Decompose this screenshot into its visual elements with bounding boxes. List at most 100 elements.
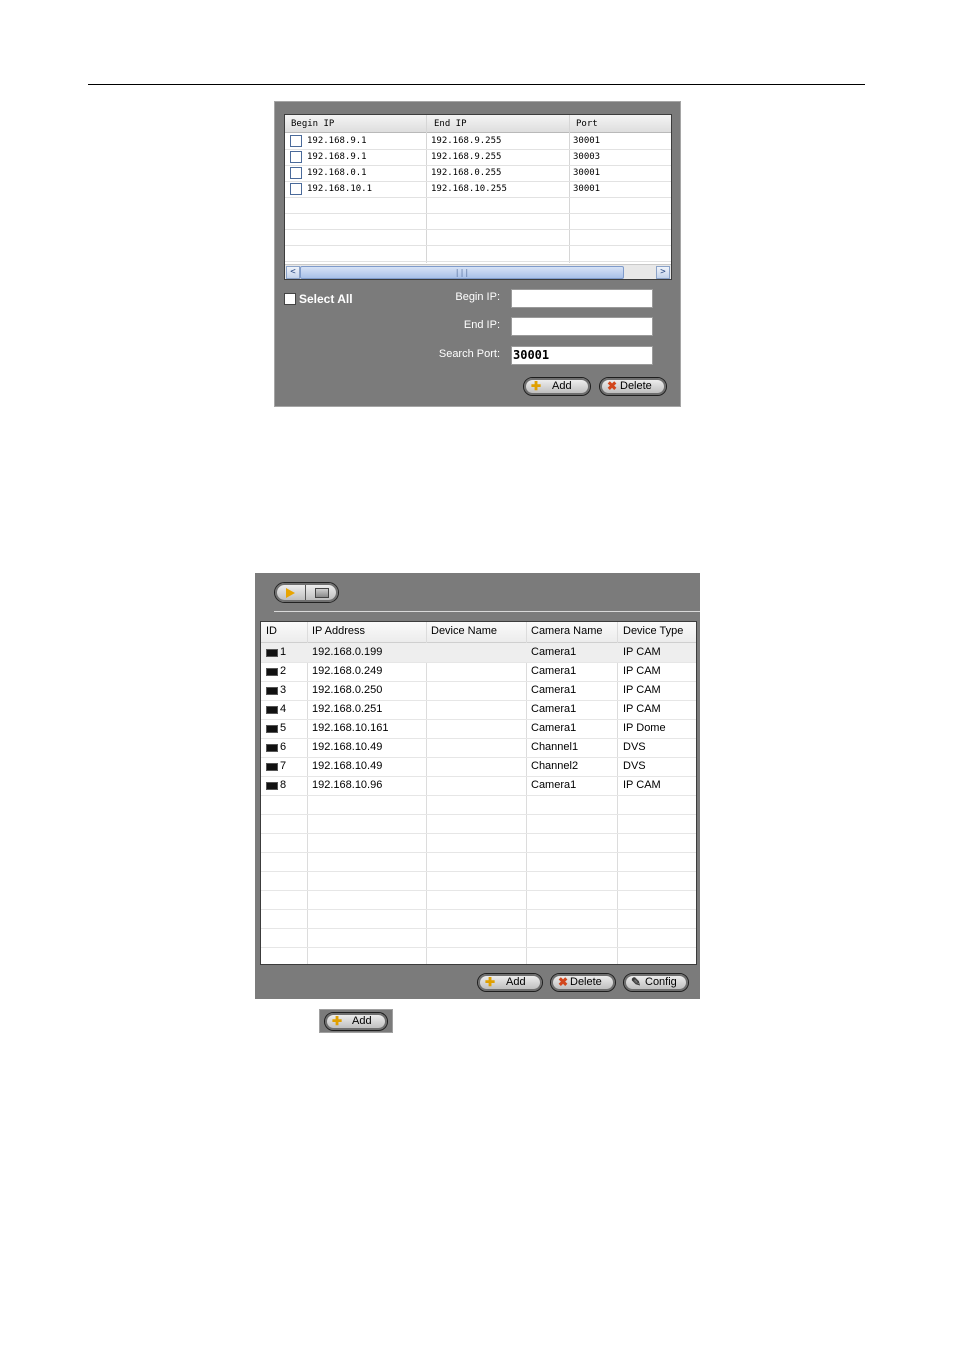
plus-icon: ✚ [530,379,542,393]
table-row[interactable]: 192.168.0.1 192.168.0.255 30001 [285,165,671,182]
search-port-input[interactable]: 30001 [511,346,653,365]
delete-device-button[interactable]: ✖ Delete [550,973,616,992]
row-checkbox[interactable] [290,135,302,147]
row-port: 30001 [573,168,601,178]
device-icon [266,649,278,657]
row-begin-ip: 192.168.10.1 [307,184,373,194]
row-ip: 192.168.0.250 [312,684,383,696]
row-ip: 192.168.10.161 [312,722,389,734]
table-row[interactable]: 192.168.9.1 192.168.9.255 30001 [285,133,671,150]
column-begin-ip[interactable]: Begin IP [291,119,334,129]
add-button[interactable]: ✚ Add [324,1012,388,1031]
row-id: 2 [280,665,287,677]
row-checkbox[interactable] [290,151,302,163]
delete-device-button-label: Delete [570,976,602,988]
empty-row [261,947,696,964]
config-button[interactable]: ✎ Config [623,973,689,992]
column-ip-address[interactable]: IP Address [312,625,365,637]
row-ip: 192.168.10.49 [312,741,383,753]
add-button[interactable]: ✚ Add [523,377,591,396]
end-ip-input[interactable] [511,317,653,336]
row-device-type: IP CAM [623,684,661,696]
device-icon [266,763,278,771]
row-camera-name: Channel1 [531,741,579,753]
row-device-type: IP CAM [623,646,661,658]
empty-row [285,245,671,262]
plus-icon: ✚ [331,1014,343,1028]
empty-row [261,909,696,929]
empty-row [261,928,696,948]
empty-row [285,229,671,246]
row-checkbox[interactable] [290,167,302,179]
table-row[interactable]: 2 192.168.0.249 Camera1 IP CAM [261,662,696,682]
play-icon[interactable] [286,588,295,598]
column-camera-name[interactable]: Camera Name [531,625,603,637]
row-begin-ip: 192.168.9.1 [307,152,367,162]
row-checkbox[interactable] [290,183,302,195]
column-device-type[interactable]: Device Type [623,625,683,637]
search-toolbar [274,582,339,603]
column-end-ip[interactable]: End IP [434,119,467,129]
stop-icon[interactable] [315,588,329,598]
delete-button-label: Delete [620,380,652,392]
table-row[interactable]: 7 192.168.10.49 Channel2 DVS [261,757,696,777]
empty-row [285,197,671,214]
device-icon [266,782,278,790]
row-device-type: IP CAM [623,665,661,677]
delete-button[interactable]: ✖ Delete [599,377,667,396]
search-port-label: Search Port: [438,348,500,360]
delete-icon: ✖ [557,975,569,989]
add-device-button[interactable]: ✚ Add [477,973,543,992]
row-id: 6 [280,741,287,753]
table-row[interactable]: 4 192.168.0.251 Camera1 IP CAM [261,700,696,720]
row-end-ip: 192.168.0.255 [431,168,502,178]
row-ip: 192.168.10.96 [312,779,383,791]
ip-range-panel: Begin IP End IP Port 192.168.9.1 192.168… [274,101,681,407]
row-id: 8 [280,779,287,791]
device-icon [266,687,278,695]
empty-row [261,814,696,834]
column-port[interactable]: Port [576,119,598,129]
device-icon [266,706,278,714]
row-id: 3 [280,684,287,696]
row-end-ip: 192.168.9.255 [431,152,502,162]
begin-ip-input[interactable] [511,289,653,308]
scroll-left-button[interactable]: < [286,266,300,279]
table-row[interactable]: 8 192.168.10.96 Camera1 IP CAM [261,776,696,796]
row-camera-name: Camera1 [531,703,577,715]
add-button-illustration: ✚ Add [319,1009,393,1033]
column-id[interactable]: ID [266,625,277,637]
table-row[interactable]: 6 192.168.10.49 Channel1 DVS [261,738,696,758]
device-icon [266,725,278,733]
plus-icon: ✚ [484,975,496,989]
row-ip: 192.168.10.49 [312,760,383,772]
empty-row [285,213,671,230]
column-device-name[interactable]: Device Name [431,625,497,637]
begin-ip-label: Begin IP: [455,291,500,303]
empty-row [261,852,696,872]
table-row[interactable]: 3 192.168.0.250 Camera1 IP CAM [261,681,696,701]
empty-row [261,871,696,891]
table-row[interactable]: 192.168.9.1 192.168.9.255 30003 [285,149,671,166]
row-end-ip: 192.168.9.255 [431,136,502,146]
toolbar-separator [274,611,700,612]
empty-row [261,795,696,815]
table-row[interactable]: 5 192.168.10.161 Camera1 IP Dome [261,719,696,739]
row-ip: 192.168.0.199 [312,646,383,658]
row-device-type: DVS [623,741,646,753]
row-begin-ip: 192.168.9.1 [307,136,367,146]
device-table: ID IP Address Device Name Camera Name De… [260,621,697,965]
scroll-right-button[interactable]: > [656,266,670,279]
table-row[interactable]: 1 192.168.0.199 Camera1 IP CAM [261,643,696,663]
scroll-thumb[interactable]: ||| [300,266,624,279]
add-button-label: Add [352,1015,372,1027]
row-id: 1 [280,646,287,658]
row-camera-name: Channel2 [531,760,579,772]
row-begin-ip: 192.168.0.1 [307,168,367,178]
checkbox-box[interactable] [284,293,296,305]
row-ip: 192.168.0.251 [312,703,383,715]
row-port: 30001 [573,136,601,146]
config-button-label: Config [645,976,677,988]
table-row[interactable]: 192.168.10.1 192.168.10.255 30001 [285,181,671,198]
horizontal-scrollbar[interactable]: < ||| > [285,264,671,279]
